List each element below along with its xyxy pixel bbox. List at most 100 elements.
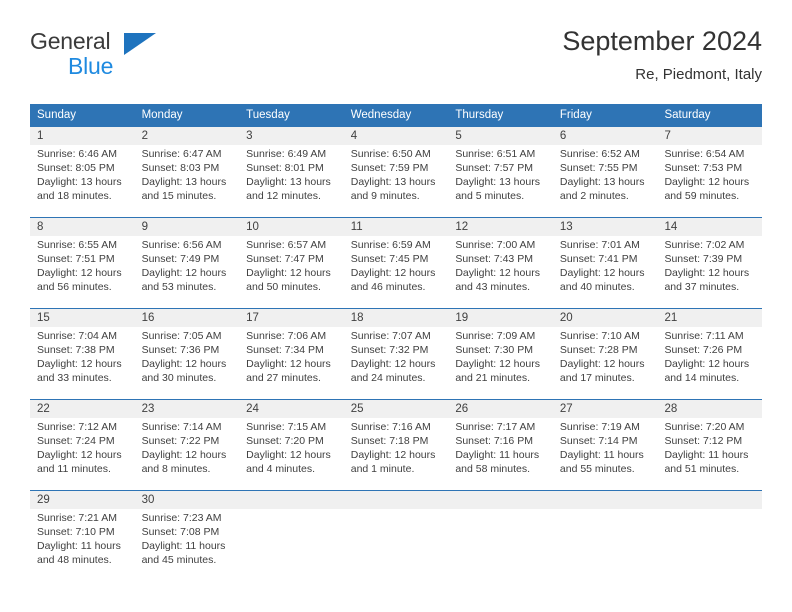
sunrise-text: Sunrise: 6:57 AM [246, 239, 327, 251]
day-cell[interactable]: 29 Sunrise: 7:21 AM Sunset: 7:10 PM Dayl… [30, 491, 135, 573]
daylight-text-line1: Daylight: 12 hours [350, 358, 436, 370]
day-cell[interactable]: 26 Sunrise: 7:17 AM Sunset: 7:16 PM Dayl… [448, 400, 553, 490]
sunset-text: Sunset: 7:39 PM [664, 253, 743, 265]
day-cell[interactable]: 10 Sunrise: 6:57 AM Sunset: 7:47 PM Dayl… [239, 218, 344, 308]
week-row: 22 Sunrise: 7:12 AM Sunset: 7:24 PM Dayl… [30, 399, 762, 490]
daylight-text-line2: and 14 minutes. [664, 372, 740, 384]
day-cell[interactable]: 5 Sunrise: 6:51 AM Sunset: 7:57 PM Dayli… [448, 127, 553, 217]
day-cell[interactable]: 2 Sunrise: 6:47 AM Sunset: 8:03 PM Dayli… [135, 127, 240, 217]
brand-logo[interactable]: General Blue [30, 28, 160, 84]
day-cell[interactable]: 19 Sunrise: 7:09 AM Sunset: 7:30 PM Dayl… [448, 309, 553, 399]
day-number: 30 [141, 494, 155, 506]
daylight-text-line2: and 9 minutes. [350, 190, 420, 202]
day-cell[interactable]: 30 Sunrise: 7:23 AM Sunset: 7:08 PM Dayl… [135, 491, 240, 573]
day-cell[interactable]: 22 Sunrise: 7:12 AM Sunset: 7:24 PM Dayl… [30, 400, 135, 490]
daylight-text-line1: Daylight: 12 hours [664, 267, 750, 279]
day-cell[interactable]: 20 Sunrise: 7:10 AM Sunset: 7:28 PM Dayl… [553, 309, 658, 399]
day-number: 23 [141, 403, 155, 415]
brand-name-blue: Blue [68, 53, 114, 79]
day-cell[interactable]: 4 Sunrise: 6:50 AM Sunset: 7:59 PM Dayli… [344, 127, 449, 217]
daylight-text-line1: Daylight: 12 hours [664, 358, 750, 370]
week-row: 29 Sunrise: 7:21 AM Sunset: 7:10 PM Dayl… [30, 490, 762, 573]
sunset-text: Sunset: 7:36 PM [141, 344, 220, 356]
daylight-text-line2: and 8 minutes. [141, 463, 211, 475]
day-details: Sunrise: 6:52 AM Sunset: 7:55 PM Dayligh… [560, 147, 651, 203]
day-cell[interactable]: 16 Sunrise: 7:05 AM Sunset: 7:36 PM Dayl… [135, 309, 240, 399]
daylight-text-line2: and 43 minutes. [455, 281, 531, 293]
day-cell[interactable]: 23 Sunrise: 7:14 AM Sunset: 7:22 PM Dayl… [135, 400, 240, 490]
daylight-text-line1: Daylight: 13 hours [350, 176, 436, 188]
day-number: 5 [455, 130, 462, 142]
daylight-text-line1: Daylight: 12 hours [559, 267, 645, 279]
daylight-text-line2: and 53 minutes. [141, 281, 217, 293]
day-number: 29 [37, 494, 50, 506]
day-cell[interactable]: 28 Sunrise: 7:20 AM Sunset: 7:12 PM Dayl… [657, 400, 762, 490]
day-cell[interactable]: 8 Sunrise: 6:55 AM Sunset: 7:51 PM Dayli… [30, 218, 135, 308]
day-cell[interactable]: 1 Sunrise: 6:46 AM Sunset: 8:05 PM Dayli… [30, 127, 135, 217]
sunrise-text: Sunrise: 6:50 AM [350, 148, 431, 160]
day-details: Sunrise: 7:02 AM Sunset: 7:39 PM Dayligh… [664, 238, 755, 294]
day-cell[interactable]: 17 Sunrise: 7:06 AM Sunset: 7:34 PM Dayl… [239, 309, 344, 399]
sunrise-text: Sunrise: 7:12 AM [37, 421, 117, 433]
sunset-text: Sunset: 7:28 PM [559, 344, 638, 356]
day-cell-empty [553, 491, 658, 573]
day-cell[interactable]: 27 Sunrise: 7:19 AM Sunset: 7:14 PM Dayl… [553, 400, 658, 490]
day-cell[interactable]: 11 Sunrise: 6:59 AM Sunset: 7:45 PM Dayl… [344, 218, 449, 308]
sunrise-text: Sunrise: 6:46 AM [37, 148, 117, 160]
day-cell[interactable]: 7 Sunrise: 6:54 AM Sunset: 7:53 PM Dayli… [657, 127, 762, 217]
sunset-text: Sunset: 7:49 PM [141, 253, 220, 265]
day-details: Sunrise: 6:46 AM Sunset: 8:05 PM Dayligh… [37, 147, 128, 203]
weekday-header-row: Sunday Monday Tuesday Wednesday Thursday… [30, 104, 762, 126]
sunset-text: Sunset: 7:12 PM [664, 435, 743, 447]
sunrise-text: Sunrise: 6:56 AM [141, 239, 222, 251]
daylight-text-line2: and 15 minutes. [141, 190, 217, 202]
day-cell[interactable]: 6 Sunrise: 6:52 AM Sunset: 7:55 PM Dayli… [553, 127, 658, 217]
daylight-text-line1: Daylight: 12 hours [141, 449, 227, 461]
daylight-text-line2: and 58 minutes. [455, 463, 531, 475]
day-number: 10 [246, 221, 259, 233]
day-number: 22 [37, 403, 50, 415]
daylight-text-line2: and 4 minutes. [246, 463, 316, 475]
daylight-text-line1: Daylight: 12 hours [350, 267, 436, 279]
day-cell[interactable]: 25 Sunrise: 7:16 AM Sunset: 7:18 PM Dayl… [344, 400, 449, 490]
day-cell[interactable]: 14 Sunrise: 7:02 AM Sunset: 7:39 PM Dayl… [657, 218, 762, 308]
day-cell[interactable]: 13 Sunrise: 7:01 AM Sunset: 7:41 PM Dayl… [553, 218, 658, 308]
sunset-text: Sunset: 7:26 PM [664, 344, 743, 356]
blue-triangle-icon [124, 33, 156, 55]
day-cell[interactable]: 15 Sunrise: 7:04 AM Sunset: 7:38 PM Dayl… [30, 309, 135, 399]
sunrise-text: Sunrise: 7:00 AM [455, 239, 536, 251]
sunrise-text: Sunrise: 7:04 AM [37, 330, 117, 342]
sunrise-text: Sunrise: 7:06 AM [246, 330, 327, 342]
sunrise-text: Sunrise: 7:16 AM [350, 421, 431, 433]
sunrise-text: Sunrise: 7:11 AM [664, 330, 744, 342]
day-number: 15 [37, 312, 50, 324]
day-number: 1 [37, 130, 44, 142]
day-number: 20 [559, 312, 573, 324]
weekday-header-monday: Monday [141, 109, 183, 121]
sunset-text: Sunset: 7:53 PM [664, 162, 743, 174]
day-cell[interactable]: 24 Sunrise: 7:15 AM Sunset: 7:20 PM Dayl… [239, 400, 344, 490]
sunrise-text: Sunrise: 6:54 AM [664, 148, 745, 160]
day-cell[interactable]: 18 Sunrise: 7:07 AM Sunset: 7:32 PM Dayl… [344, 309, 449, 399]
day-cell[interactable]: 9 Sunrise: 6:56 AM Sunset: 7:49 PM Dayli… [135, 218, 240, 308]
day-details: Sunrise: 7:09 AM Sunset: 7:30 PM Dayligh… [455, 329, 546, 385]
day-cell[interactable]: 3 Sunrise: 6:49 AM Sunset: 8:01 PM Dayli… [239, 127, 344, 217]
daylight-text-line1: Daylight: 12 hours [664, 176, 750, 188]
daylight-text-line2: and 55 minutes. [559, 463, 635, 475]
daylight-text-line2: and 5 minutes. [455, 190, 525, 202]
day-details: Sunrise: 7:14 AM Sunset: 7:22 PM Dayligh… [142, 420, 233, 476]
sunrise-text: Sunrise: 7:02 AM [664, 239, 745, 251]
day-number: 9 [141, 221, 148, 233]
daylight-text-line2: and 46 minutes. [350, 281, 426, 293]
sunset-text: Sunset: 7:08 PM [141, 526, 220, 538]
day-cell[interactable]: 21 Sunrise: 7:11 AM Sunset: 7:26 PM Dayl… [657, 309, 762, 399]
sunset-text: Sunset: 7:22 PM [141, 435, 220, 447]
day-details: Sunrise: 7:07 AM Sunset: 7:32 PM Dayligh… [351, 329, 442, 385]
brand-name-general: General [30, 28, 111, 54]
day-details: Sunrise: 6:56 AM Sunset: 7:49 PM Dayligh… [142, 238, 233, 294]
daylight-text-line1: Daylight: 11 hours [559, 449, 644, 461]
day-number: 17 [246, 312, 259, 324]
day-details: Sunrise: 7:00 AM Sunset: 7:43 PM Dayligh… [455, 238, 546, 294]
sunset-text: Sunset: 7:47 PM [246, 253, 324, 265]
day-cell[interactable]: 12 Sunrise: 7:00 AM Sunset: 7:43 PM Dayl… [448, 218, 553, 308]
